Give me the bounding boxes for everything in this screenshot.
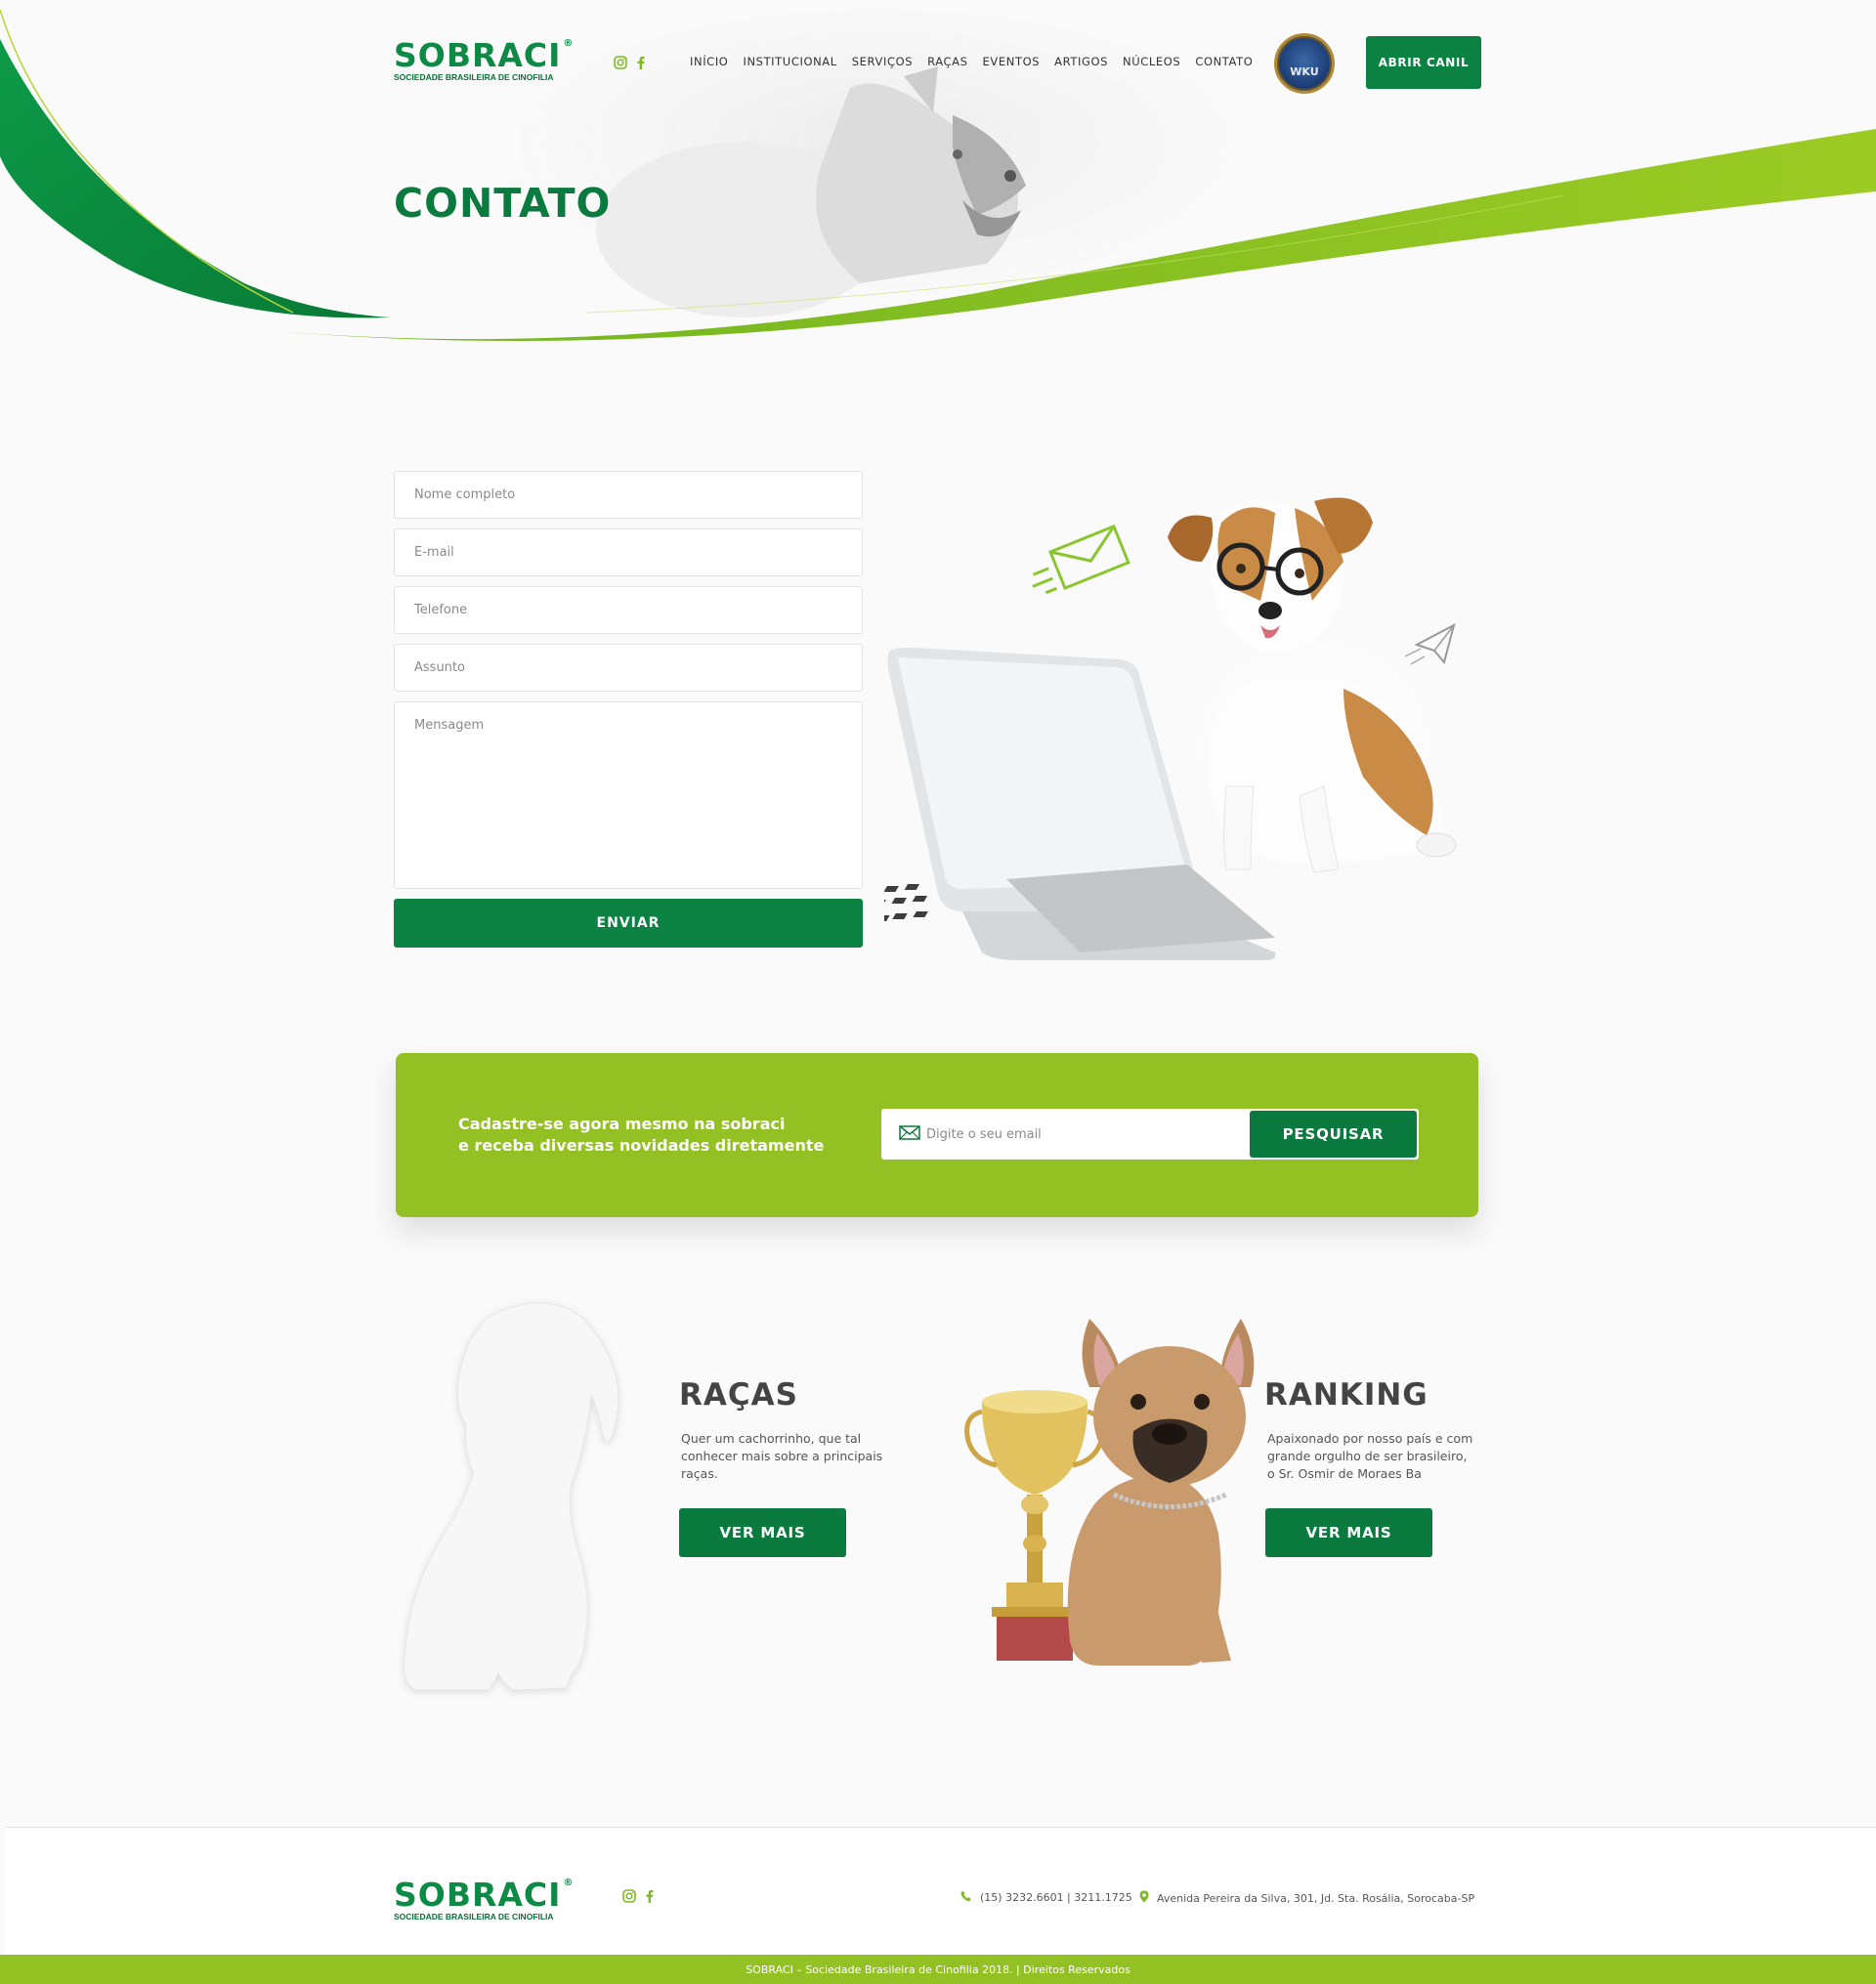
footer-logo-wordmark: SOBRACI bbox=[394, 1876, 562, 1914]
racas-description: Quer um cachorrinho, que tal conhecer ma… bbox=[681, 1430, 906, 1483]
bulldog-trophy-image bbox=[964, 1319, 1255, 1666]
header-social bbox=[614, 56, 645, 74]
footer-social bbox=[622, 1889, 654, 1908]
page-title: CONTATO bbox=[394, 180, 612, 227]
copyright-text: SOBRACI – Sociedade Brasileira de Cinofi… bbox=[746, 1963, 1130, 1976]
ranking-text-line: o Sr. Osmir de Moraes Ba bbox=[1267, 1466, 1422, 1481]
french-bulldog-image bbox=[1067, 1319, 1255, 1666]
abrir-canil-button[interactable]: ABRIR CANIL bbox=[1366, 36, 1481, 89]
envelope-icon bbox=[1032, 524, 1130, 595]
ranking-text-line: Apaixonado por nosso país e com bbox=[1267, 1431, 1473, 1446]
nav-item-eventos[interactable]: EVENTOS bbox=[983, 55, 1041, 68]
nav-item-racas[interactable]: RAÇAS bbox=[927, 55, 967, 68]
newsletter-line-1: Cadastre-se agora mesmo na sobraci bbox=[458, 1115, 786, 1133]
dog-laptop-illustration bbox=[884, 497, 1457, 960]
footer-address-text: Avenida Pereira da Silva, 301, Jd. Sta. … bbox=[1157, 1891, 1475, 1905]
wku-badge[interactable]: WKU bbox=[1274, 33, 1335, 94]
phone-icon bbox=[960, 1890, 972, 1905]
mail-icon bbox=[899, 1124, 920, 1144]
nav-item-servicos[interactable]: SERVIÇOS bbox=[852, 55, 913, 68]
ranking-title: RANKING bbox=[1264, 1377, 1428, 1413]
nav-item-artigos[interactable]: ARTIGOS bbox=[1054, 55, 1108, 68]
racas-title: RAÇAS bbox=[679, 1377, 798, 1413]
message-field[interactable]: Mensagem bbox=[394, 701, 863, 889]
location-pin-icon bbox=[1139, 1890, 1149, 1906]
footer bbox=[5, 1827, 1876, 1955]
subject-field[interactable]: Assunto bbox=[394, 644, 863, 692]
nav-item-institucional[interactable]: INSTITUCIONAL bbox=[743, 55, 836, 68]
footer-address: Avenida Pereira da Silva, 301, Jd. Sta. … bbox=[1139, 1890, 1474, 1906]
instagram-icon[interactable] bbox=[622, 1889, 636, 1908]
dog-silhouette-image bbox=[404, 1302, 619, 1691]
paper-plane-icon bbox=[1404, 623, 1456, 665]
racas-text-line: raças. bbox=[681, 1466, 718, 1481]
footer-phone-text: (15) 3232.6601 | 3211.1725 bbox=[980, 1891, 1132, 1904]
email-field[interactable]: E-mail bbox=[394, 528, 863, 576]
facebook-icon[interactable] bbox=[646, 1889, 654, 1908]
ranking-text-line: grande orgulho de ser brasileiro, bbox=[1267, 1449, 1468, 1463]
footer-registered-mark: ® bbox=[563, 1878, 575, 1888]
newsletter-form: Digite o seu email PESQUISAR bbox=[881, 1109, 1419, 1160]
nav-item-nucleos[interactable]: NÚCLEOS bbox=[1123, 55, 1180, 68]
footer-logo[interactable]: SOBRACI ® SOCIEDADE BRASILEIRA DE CINOFI… bbox=[394, 1878, 594, 1921]
footer-logo-subtitle: SOCIEDADE BRASILEIRA DE CINOFILIA bbox=[394, 1912, 554, 1921]
newsletter-banner: Cadastre-se agora mesmo na sobraci e rec… bbox=[396, 1053, 1478, 1217]
ranking-ver-mais-button[interactable]: VER MAIS bbox=[1265, 1508, 1432, 1557]
newsletter-email-input[interactable]: Digite o seu email bbox=[881, 1124, 1250, 1144]
footer-phone: (15) 3232.6601 | 3211.1725 bbox=[960, 1890, 1132, 1905]
nav-item-contato[interactable]: CONTATO bbox=[1195, 55, 1253, 68]
newsletter-line-2: e receba diversas novidades diretamente bbox=[458, 1136, 825, 1155]
ranking-description: Apaixonado por nosso país e com grande o… bbox=[1267, 1430, 1492, 1483]
phone-field[interactable]: Telefone bbox=[394, 586, 863, 634]
copyright-bar: SOBRACI – Sociedade Brasileira de Cinofi… bbox=[0, 1955, 1876, 1984]
main-navigation: INÍCIO INSTITUCIONAL SERVIÇOS RAÇAS EVEN… bbox=[690, 55, 1253, 68]
logo-subtitle: SOCIEDADE BRASILEIRA DE CINOFILIA bbox=[394, 72, 554, 82]
pesquisar-button[interactable]: PESQUISAR bbox=[1250, 1111, 1417, 1158]
site-logo[interactable]: SOBRACI ® SOCIEDADE BRASILEIRA DE CINOFI… bbox=[394, 39, 594, 82]
facebook-icon[interactable] bbox=[637, 56, 645, 74]
racas-ver-mais-button[interactable]: VER MAIS bbox=[679, 1508, 846, 1557]
nav-item-inicio[interactable]: INÍCIO bbox=[690, 55, 728, 68]
dog-with-glasses-image bbox=[1168, 497, 1457, 873]
wku-badge-label: WKU bbox=[1290, 64, 1319, 78]
name-field[interactable]: Nome completo bbox=[394, 471, 863, 519]
racas-text-line: conhecer mais sobre a principais bbox=[681, 1449, 883, 1463]
racas-text-line: Quer um cachorrinho, que tal bbox=[681, 1431, 862, 1446]
newsletter-text: Cadastre-se agora mesmo na sobraci e rec… bbox=[458, 1114, 824, 1157]
instagram-icon[interactable] bbox=[614, 56, 627, 74]
logo-wordmark: SOBRACI bbox=[394, 36, 562, 74]
registered-mark: ® bbox=[563, 38, 575, 49]
enviar-button[interactable]: ENVIAR bbox=[394, 899, 863, 948]
newsletter-placeholder: Digite o seu email bbox=[926, 1126, 1042, 1142]
